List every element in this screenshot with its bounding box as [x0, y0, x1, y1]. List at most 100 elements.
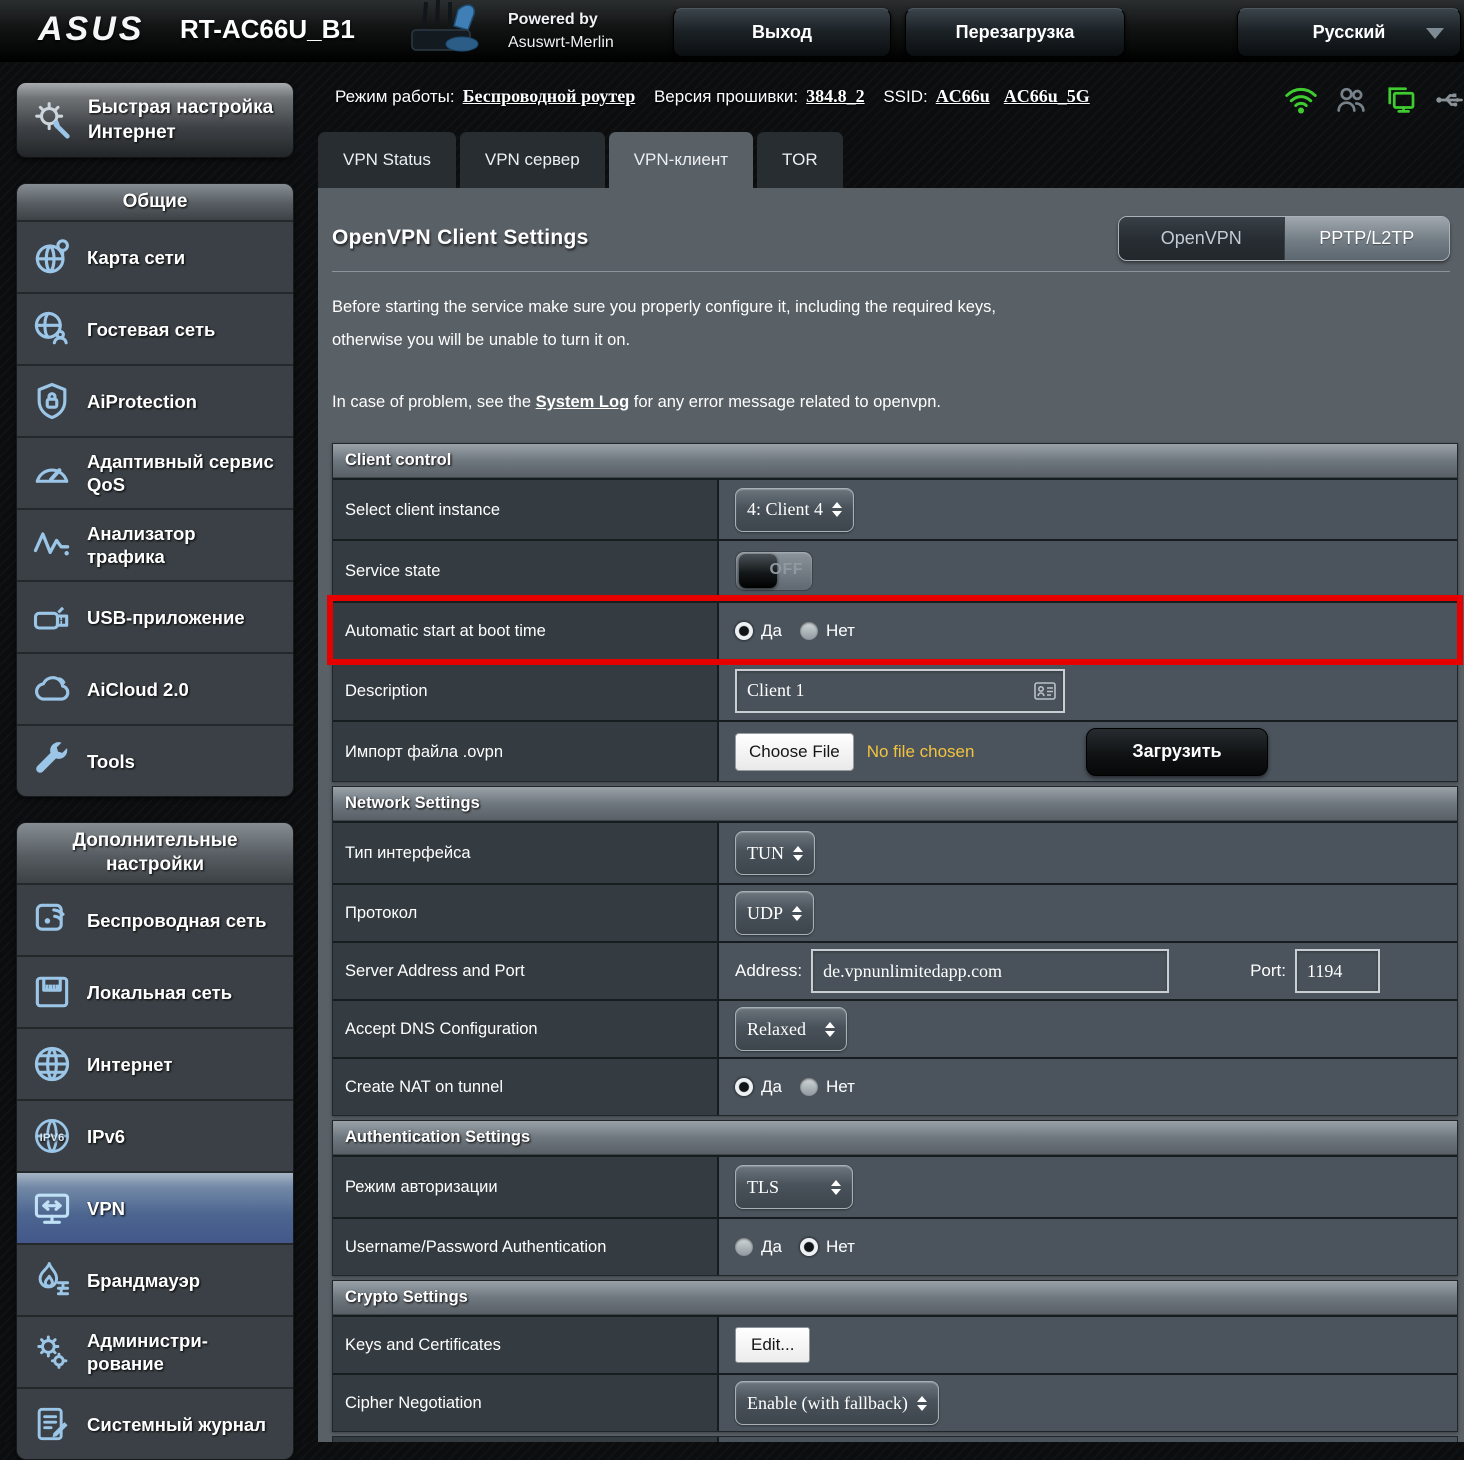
sidebar-item-usb-application[interactable]: USB-приложение [17, 580, 293, 652]
ssid-5g-link[interactable]: AC66u_5G [1004, 86, 1090, 106]
upload-button[interactable]: Загрузить [1086, 728, 1268, 776]
sidebar-section-advanced: Дополнительные настройки Беспроводная се… [16, 822, 294, 1460]
network-settings-table: Network Settings Тип интерфейса TUN Прот… [332, 786, 1458, 1116]
toggle-openvpn[interactable]: OpenVPN [1119, 217, 1284, 260]
sidebar-item-administration[interactable]: Администри-рование [17, 1315, 293, 1387]
row-keys-certificates: Keys and Certificates Edit... [333, 1315, 1457, 1373]
sidebar-item-system-log[interactable]: Системный журнал [17, 1387, 293, 1459]
logout-button[interactable]: Выход [673, 8, 891, 57]
select-arrows-icon [792, 906, 802, 921]
language-value: Русский [1313, 22, 1386, 43]
sidebar-section-general: Общие Карта сети Гостевая сеть AiProtect… [16, 183, 294, 797]
firmware-link[interactable]: 384.8_2 [806, 86, 865, 106]
sidebar-item-traffic-analyzer[interactable]: Анализатор трафика [17, 508, 293, 580]
intro-text: Before starting the service make sure yo… [332, 291, 996, 357]
problem-note: In case of problem, see the System Log f… [332, 393, 941, 412]
tab-vpn-status[interactable]: VPN Status [318, 132, 456, 188]
autostart-yes-radio[interactable] [735, 622, 753, 640]
usb-drive-icon [30, 595, 74, 639]
top-banner: ASUS RT-AC66U_B1 Powered by Asuswrt-Merl… [0, 0, 1464, 62]
network-map-icon [30, 235, 74, 279]
qos-gauge-icon [30, 451, 74, 495]
traffic-analyzer-icon [30, 523, 74, 567]
sidebar-item-lan[interactable]: Локальная сеть [17, 955, 293, 1027]
auth-mode-select[interactable]: TLS [735, 1165, 853, 1209]
row-service-state: Service state OFF [333, 539, 1457, 601]
protocol-select[interactable]: UDP [735, 891, 814, 935]
tab-vpn-client[interactable]: VPN-клиент [609, 132, 753, 188]
sidebar-item-qos[interactable]: Адаптивный сервис QoS [17, 436, 293, 508]
sidebar-item-aiprotection[interactable]: AiProtection [17, 364, 293, 436]
usb-status-icon[interactable] [1433, 82, 1464, 118]
userpass-yes-radio[interactable] [735, 1238, 753, 1256]
status-icons [1283, 82, 1464, 118]
select-arrows-icon [825, 1022, 835, 1037]
firewall-flame-icon [30, 1258, 74, 1302]
choose-file-button[interactable]: Choose File [735, 733, 854, 771]
mode-link[interactable]: Беспроводной роутер [463, 86, 636, 106]
sidebar-item-vpn[interactable]: VPN [17, 1171, 293, 1243]
tab-vpn-server[interactable]: VPN сервер [460, 132, 605, 188]
service-state-toggle[interactable]: OFF [735, 551, 813, 591]
nat-no-radio[interactable] [800, 1078, 818, 1096]
sidebar-item-aicloud[interactable]: AiCloud 2.0 [17, 652, 293, 724]
divider [332, 271, 1450, 272]
sidebar-general-title: Общие [17, 184, 293, 220]
devices-icon[interactable] [1383, 82, 1419, 118]
powered-by: Powered by Asuswrt-Merlin [508, 8, 614, 54]
row-create-nat: Create NAT on tunnel Да Нет [333, 1057, 1457, 1115]
system-log-link[interactable]: System Log [536, 393, 630, 411]
crypto-settings-table: Crypto Settings Keys and Certificates Ed… [332, 1280, 1458, 1432]
sidebar-item-network-map[interactable]: Карта сети [17, 220, 293, 292]
ssid-2g-link[interactable]: AC66u [936, 86, 990, 106]
sidebar-item-ipv6[interactable]: IPV6 IPv6 [17, 1099, 293, 1171]
accept-dns-select[interactable]: Relaxed [735, 1007, 847, 1051]
reboot-button[interactable]: Перезагрузка [905, 8, 1125, 57]
row-select-client-instance: Select client instance 4: Client 4 [333, 478, 1457, 539]
edit-keys-button[interactable]: Edit... [735, 1327, 810, 1363]
tab-tor[interactable]: TOR [757, 132, 843, 188]
sidebar-item-firewall[interactable]: Брандмауэр [17, 1243, 293, 1315]
userpass-no-radio[interactable] [800, 1238, 818, 1256]
cipher-negotiation-select[interactable]: Enable (with fallback) [735, 1381, 939, 1425]
row-import-ovpn: Импорт файла .ovpn Choose File No file c… [333, 720, 1457, 781]
sidebar-item-internet[interactable]: Интернет [17, 1027, 293, 1099]
quick-setup-label: Быстрая настройка Интернет [88, 95, 273, 145]
row-description: Description [333, 659, 1457, 720]
sidebar-item-wireless[interactable]: Беспроводная сеть [17, 883, 293, 955]
page-title: OpenVPN Client Settings [332, 226, 589, 250]
authentication-settings-table: Authentication Settings Режим авторизаци… [332, 1120, 1458, 1276]
section-header-authentication: Authentication Settings [333, 1121, 1457, 1155]
wireless-icon [30, 898, 74, 942]
wifi-status-icon[interactable] [1283, 82, 1319, 118]
client-control-table: Client control Select client instance 4:… [332, 443, 1458, 782]
select-arrows-icon [917, 1396, 927, 1411]
firmware-label: Версия прошивки: [654, 87, 798, 106]
select-arrows-icon [831, 1180, 841, 1195]
toggle-off-label: OFF [770, 561, 804, 579]
chevron-down-icon [1426, 28, 1444, 39]
description-input[interactable] [735, 669, 1065, 713]
guest-network-icon [30, 307, 74, 351]
svg-text:IPV6: IPV6 [40, 1132, 65, 1144]
server-port-input[interactable] [1295, 949, 1380, 993]
shield-lock-icon [30, 379, 74, 423]
row-auth-mode: Режим авторизации TLS [333, 1155, 1457, 1217]
sidebar-item-guest-network[interactable]: Гостевая сеть [17, 292, 293, 364]
sidebar-item-tools[interactable]: Tools [17, 724, 293, 796]
language-select[interactable]: Русский [1237, 8, 1461, 57]
client-instance-select[interactable]: 4: Client 4 [735, 488, 854, 532]
nat-yes-radio[interactable] [735, 1078, 753, 1096]
toggle-pptp-l2tp[interactable]: PPTP/L2TP [1284, 217, 1450, 260]
clients-icon[interactable] [1333, 82, 1369, 118]
quick-setup-button[interactable]: Быстрая настройка Интернет [16, 82, 294, 158]
autostart-no-radio[interactable] [800, 622, 818, 640]
select-arrows-icon [832, 502, 842, 517]
mode-label: Режим работы: [335, 87, 455, 106]
system-log-icon [30, 1402, 74, 1446]
interface-type-select[interactable]: TUN [735, 831, 815, 875]
main-panel: OpenVPN Client Settings OpenVPN PPTP/L2T… [318, 188, 1464, 1442]
internet-globe-icon [30, 1042, 74, 1086]
server-address-input[interactable] [811, 949, 1169, 993]
section-header-client-control: Client control [333, 444, 1457, 478]
